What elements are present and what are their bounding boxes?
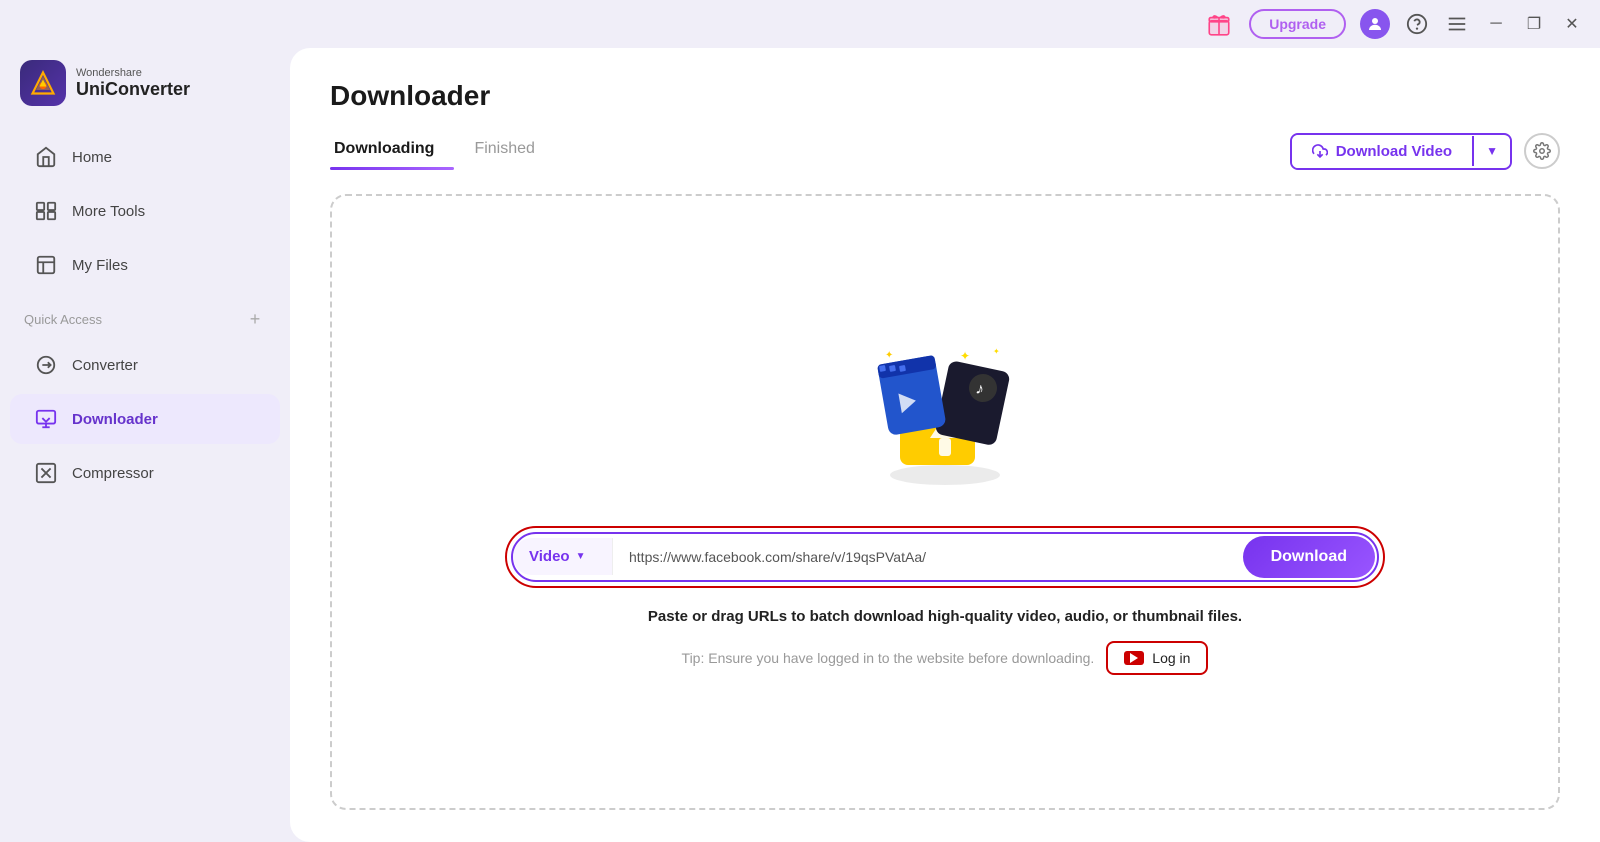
logo-brand: Wondershare [76, 67, 190, 79]
user-avatar[interactable] [1360, 9, 1390, 39]
svg-text:✦: ✦ [993, 347, 1000, 356]
menu-icon[interactable] [1444, 11, 1470, 37]
main-content: Downloader Downloading Finished Download… [290, 48, 1600, 842]
tab-finished[interactable]: Finished [470, 132, 554, 170]
sidebar-item-more-tools[interactable]: More Tools [10, 186, 280, 236]
paste-hint: Paste or drag URLs to batch download hig… [648, 608, 1242, 625]
sidebar-item-converter[interactable]: Converter [10, 340, 280, 390]
sidebar: Wondershare UniConverter Home [0, 48, 290, 842]
sidebar-item-my-files-label: My Files [72, 257, 128, 274]
tab-downloading[interactable]: Downloading [330, 132, 454, 170]
sidebar-item-my-files[interactable]: My Files [10, 240, 280, 290]
quick-access-label: Quick Access [24, 312, 102, 327]
download-button[interactable]: Download [1243, 536, 1375, 578]
sidebar-item-home-label: Home [72, 149, 112, 166]
youtube-play-icon [1130, 653, 1138, 663]
illustration: ♪ ✦ ✦ ✦ [855, 330, 1035, 490]
logo-product: UniConverter [76, 79, 190, 100]
help-icon[interactable] [1404, 11, 1430, 37]
upgrade-button[interactable]: Upgrade [1249, 9, 1346, 39]
sidebar-item-downloader[interactable]: Downloader [10, 394, 280, 444]
converter-icon [34, 353, 58, 377]
tabs-row: Downloading Finished Download Video ▼ [330, 132, 1560, 170]
close-button[interactable]: ✕ [1560, 12, 1584, 36]
titlebar-controls: Upgrade ─ ❐ ✕ [1203, 8, 1584, 40]
sidebar-item-converter-label: Converter [72, 357, 138, 374]
logo-icon [20, 60, 66, 106]
type-select[interactable]: Video ▼ [513, 538, 613, 575]
url-input-inner: Video ▼ Download [511, 532, 1379, 582]
sidebar-item-home[interactable]: Home [10, 132, 280, 182]
login-button[interactable]: Log in [1106, 641, 1208, 675]
minimize-button[interactable]: ─ [1484, 12, 1508, 36]
url-input-wrapper: Video ▼ Download [505, 526, 1385, 588]
content-area: ♪ ✦ ✦ ✦ [330, 194, 1560, 810]
page-title: Downloader [330, 80, 1560, 112]
quick-access-add-button[interactable]: + [244, 308, 266, 330]
compressor-icon [34, 461, 58, 485]
url-input[interactable] [613, 537, 1241, 577]
app-body: Wondershare UniConverter Home [0, 48, 1600, 842]
logo-area: Wondershare UniConverter [0, 48, 290, 130]
youtube-icon [1124, 651, 1144, 665]
login-label: Log in [1152, 650, 1190, 666]
downloader-icon [34, 407, 58, 431]
my-files-icon [34, 253, 58, 277]
maximize-button[interactable]: ❐ [1522, 12, 1546, 36]
sidebar-item-compressor[interactable]: Compressor [10, 448, 280, 498]
svg-text:✦: ✦ [960, 349, 970, 363]
sidebar-item-downloader-label: Downloader [72, 411, 158, 428]
more-tools-icon [34, 199, 58, 223]
titlebar: Upgrade ─ ❐ ✕ [0, 0, 1600, 48]
download-video-dropdown[interactable]: ▼ [1472, 136, 1510, 166]
tip-row: Tip: Ensure you have logged in to the we… [682, 641, 1209, 675]
gift-icon[interactable] [1203, 8, 1235, 40]
quick-access-header: Quick Access + [0, 292, 290, 338]
type-label: Video [529, 548, 570, 565]
logo-text: Wondershare UniConverter [76, 67, 190, 100]
sidebar-item-compressor-label: Compressor [72, 465, 154, 482]
sidebar-item-more-tools-label: More Tools [72, 203, 145, 220]
tip-text: Tip: Ensure you have logged in to the we… [682, 650, 1095, 666]
download-video-main: Download Video [1292, 135, 1472, 168]
svg-text:✦: ✦ [885, 350, 893, 361]
download-video-label: Download Video [1336, 143, 1452, 160]
settings-icon-button[interactable] [1524, 133, 1560, 169]
type-chevron-icon: ▼ [576, 551, 586, 562]
download-video-button[interactable]: Download Video ▼ [1290, 133, 1512, 170]
home-icon [34, 145, 58, 169]
tabs: Downloading Finished [330, 132, 571, 170]
